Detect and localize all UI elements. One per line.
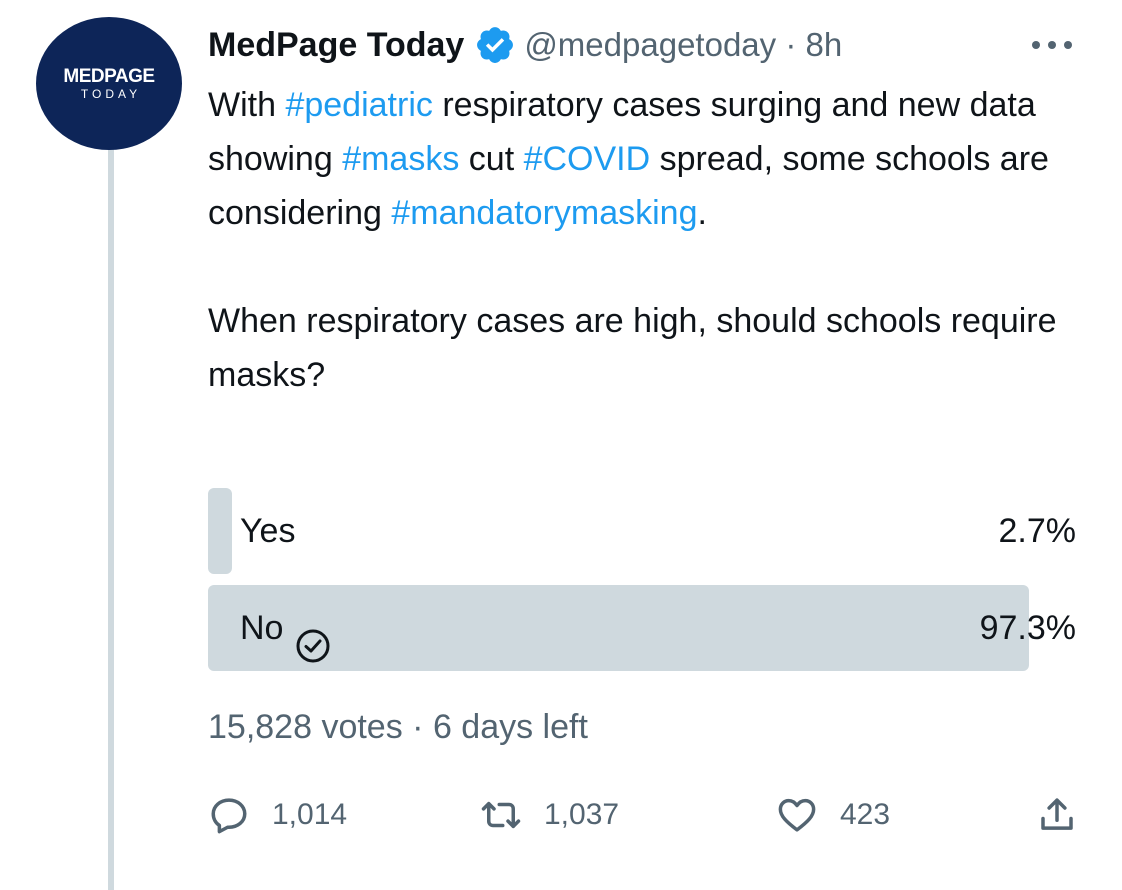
poll-label-no: No <box>240 585 331 671</box>
poll-votes: 15,828 votes <box>208 708 403 746</box>
tweet-text-segment: cut <box>459 140 524 178</box>
hashtag-link[interactable]: #COVID <box>524 140 651 178</box>
avatar-logo-line1: MEDPAGE <box>63 65 155 87</box>
separator-dot: · <box>412 708 433 746</box>
poll-time-left: 6 days left <box>432 708 588 746</box>
retweet-count: 1,037 <box>544 798 620 831</box>
tweet-time[interactable]: 8h <box>805 26 842 64</box>
hashtag-link[interactable]: #masks <box>342 140 459 178</box>
more-horizontal-icon[interactable] <box>1028 30 1076 60</box>
reply-count: 1,014 <box>272 798 348 831</box>
poll-question: When respiratory cases are high, should … <box>208 302 1057 394</box>
author-handle[interactable]: @medpagetoday <box>524 26 776 64</box>
separator-dot: · <box>776 26 806 63</box>
tweet-actions: 1,014 1,037 423 <box>208 790 1088 840</box>
retweet-button[interactable]: 1,037 <box>480 790 619 840</box>
poll-option-yes[interactable]: Yes 2.7% <box>208 488 1076 574</box>
hashtag-link[interactable]: #mandatorymasking <box>391 194 697 232</box>
poll-bar-yes <box>208 488 232 574</box>
tweet-text: With #pediatric respiratory cases surgin… <box>208 78 1088 402</box>
tweet-text-segment: With <box>208 86 286 124</box>
heart-icon <box>778 798 816 832</box>
poll-percent-yes: 2.7% <box>998 512 1077 550</box>
share-button[interactable] <box>1036 790 1078 840</box>
like-count: 423 <box>840 798 891 831</box>
poll-meta: 15,828 votes · 6 days left <box>208 708 588 747</box>
hashtag-link[interactable]: #pediatric <box>285 86 432 124</box>
share-icon <box>1041 798 1073 830</box>
poll-option-text: Yes <box>240 512 296 550</box>
retweet-icon <box>481 801 521 829</box>
reply-button[interactable]: 1,014 <box>208 790 347 840</box>
thread-line <box>108 148 114 890</box>
poll-option-text: No <box>240 609 284 647</box>
tweet-text-segment: . <box>697 194 707 232</box>
tweet-body: With #pediatric respiratory cases surgin… <box>208 78 1088 240</box>
like-button[interactable]: 423 <box>776 790 890 840</box>
verified-badge-icon <box>474 24 516 66</box>
avatar[interactable]: MEDPAGE TODAY <box>36 17 182 150</box>
check-circle-icon <box>295 610 331 663</box>
author-name[interactable]: MedPage Today <box>208 26 464 65</box>
poll-percent-no: 97.3% <box>979 609 1076 647</box>
reply-icon <box>211 798 247 834</box>
tweet-header: MedPage Today @medpagetoday · 8h <box>208 22 842 68</box>
poll-label-yes: Yes <box>240 488 295 574</box>
avatar-logo-line2: TODAY <box>80 86 142 101</box>
poll-option-no[interactable]: No 97.3% <box>208 585 1076 671</box>
